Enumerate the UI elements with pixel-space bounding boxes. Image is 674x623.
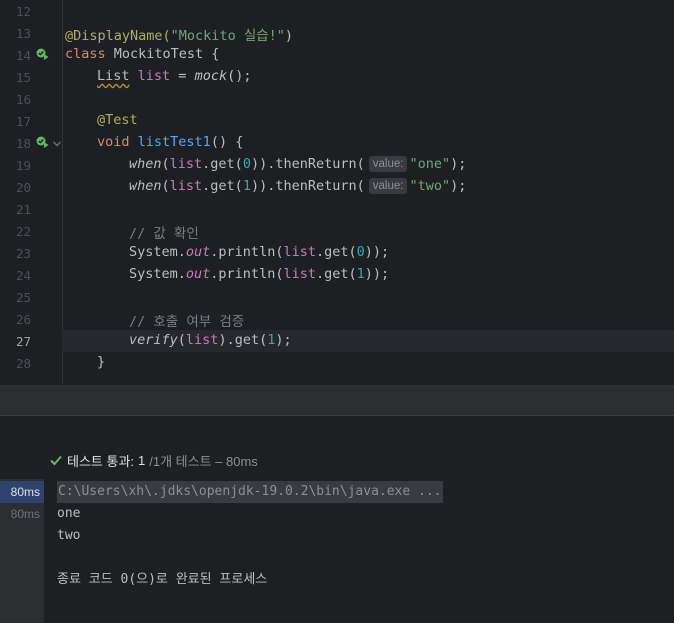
- line-number: 25: [15, 290, 31, 305]
- code-line-22: // 값 확인: [129, 226, 199, 242]
- code-line-23: System.out.println(list.get(0));: [129, 244, 390, 260]
- indent-guide: [62, 0, 63, 383]
- line-number: 14: [15, 48, 31, 63]
- line-number: 26: [15, 312, 31, 327]
- code-line-18: void listTest1() {: [97, 134, 244, 150]
- code-line-24: System.out.println(list.get(1));: [129, 266, 390, 282]
- elapsed-time-row[interactable]: 80ms: [0, 481, 44, 503]
- test-pass-count: 1: [138, 452, 146, 468]
- code-editor[interactable]: 12 13 14 15 16 17 18 19 20 21 22 23 24 2…: [0, 0, 674, 385]
- code-line-17: @Test: [97, 112, 138, 128]
- console-output-line: two: [57, 528, 81, 543]
- line-number: 19: [15, 158, 31, 173]
- test-status-label: 테스트 통과:: [67, 453, 135, 469]
- line-number-current: 27: [15, 334, 31, 349]
- console-output[interactable]: C:\Users\xh\.jdks\openjdk-19.0.2\bin\jav…: [44, 479, 674, 623]
- code-line-15: List list = mock();: [97, 68, 252, 84]
- code-line-13: @DisplayName("Mockito 실습!"): [65, 28, 294, 44]
- test-status-bar: 테스트 통과: 1 /1개 테스트 – 80ms: [49, 451, 258, 469]
- line-number: 22: [15, 224, 31, 239]
- code-line-20: when(list.get(1)).thenReturn(value: "two"…: [129, 178, 467, 194]
- line-number: 21: [15, 202, 31, 217]
- code-line-14: class MockitoTest {: [65, 46, 220, 62]
- code-line-27: verify(list).get(1);: [129, 332, 292, 348]
- splitter-area[interactable]: [0, 385, 674, 415]
- console-output-line: one: [57, 506, 81, 521]
- code-line-19: when(list.get(0)).thenReturn(value: "one"…: [129, 156, 467, 172]
- line-number: 17: [15, 114, 31, 129]
- code-line-28: }: [97, 354, 106, 370]
- run-test-method-icon[interactable]: [36, 136, 49, 149]
- elapsed-time-row[interactable]: 80ms: [0, 503, 44, 525]
- console-exit-line: 종료 코드 0(으)로 완료된 프로세스: [57, 572, 268, 587]
- console-command-line[interactable]: C:\Users\xh\.jdks\openjdk-19.0.2\bin\jav…: [57, 481, 443, 503]
- parameter-hint: value:: [368, 178, 408, 194]
- console-time-gutter: 80ms 80ms: [0, 479, 44, 623]
- line-number: 12: [15, 4, 31, 19]
- code-line-26: // 호출 여부 검증: [129, 314, 245, 330]
- line-number: 23: [15, 246, 31, 261]
- line-number: 13: [15, 26, 31, 41]
- fold-chevron-icon[interactable]: [52, 139, 62, 149]
- line-number: 15: [15, 70, 31, 85]
- line-number: 24: [15, 268, 31, 283]
- line-number: 28: [15, 356, 31, 371]
- test-summary: /1개 테스트 – 80ms: [149, 453, 258, 469]
- line-number: 18: [15, 136, 31, 151]
- line-number: 20: [15, 180, 31, 195]
- line-number: 16: [15, 92, 31, 107]
- check-icon: [50, 455, 62, 466]
- parameter-hint: value:: [368, 156, 408, 172]
- run-test-class-icon[interactable]: [36, 48, 49, 61]
